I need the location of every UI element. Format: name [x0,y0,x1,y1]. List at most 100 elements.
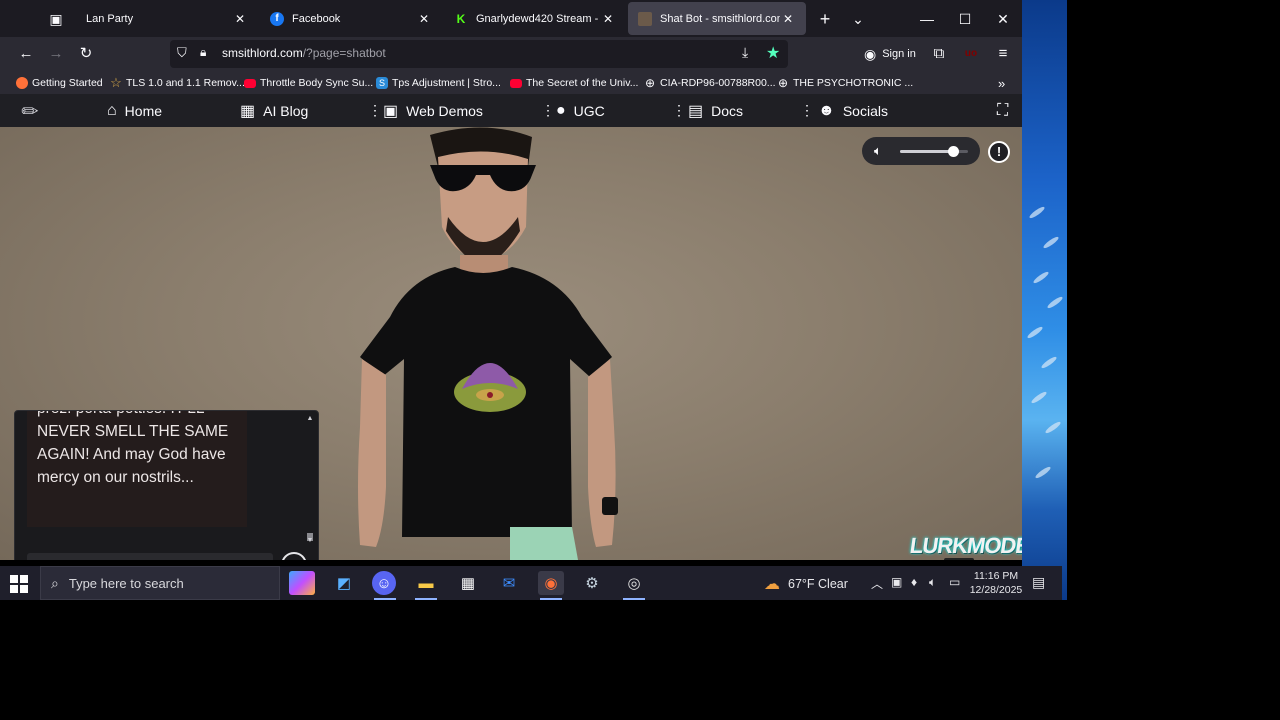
new-tab-plus-icon[interactable]: + [814,8,836,30]
ublock-icon[interactable]: uo [960,43,982,65]
lock-icon[interactable]: 🔒︎ [200,45,206,60]
close-icon[interactable]: ✕ [780,12,796,26]
minimize-icon[interactable]: — [916,8,938,30]
notification-icon[interactable]: ▤ [1032,574,1045,591]
tab-lan-party[interactable]: Lan Party ✕ [76,2,258,35]
app-circle-icon[interactable]: ◎ [621,571,647,600]
network-icon[interactable]: ▭ [949,575,960,589]
volume-slider-thumb[interactable] [948,146,960,157]
nav-separator: ⋮ [800,102,814,118]
alert-icon[interactable]: ! [988,141,1010,163]
bookmark-star-icon[interactable]: ★ [766,43,780,63]
desktop-black-area-bottom [0,600,1280,720]
sign-in-label: Sign in [882,48,916,60]
tab-stream[interactable]: K Gnarlydewd420 Stream - Watc ✕ [444,2,626,35]
chat-log[interactable]: prez. porta-potties. IT'LL NEVER SMELL T… [27,411,247,527]
bookmark-psychotronic[interactable]: ⊕ THE PSYCHOTRONIC ... [777,75,913,91]
nav-web-demos[interactable]: ▣ Web Demos [383,99,483,123]
nav-label: Home [124,103,163,119]
nav-home[interactable]: ⌂ Home [107,99,162,123]
download-page-icon[interactable]: ⤓ [742,44,748,61]
windows-start-icon[interactable] [10,575,28,593]
url-text[interactable]: smsithlord.com/?page=shatbot [222,46,386,60]
app-window-icon[interactable]: ◩ [331,571,357,595]
chevron-down-icon[interactable]: ⌄ [847,8,869,30]
volume-tray-icon[interactable]: 🔈︎ [929,575,936,590]
globe-icon: ⊕ [777,76,789,90]
bookmark-label: Tps Adjustment | Stro... [392,77,501,89]
search-icon: ⌕ [51,574,59,591]
weather-widget[interactable]: ☁ 67°F Clear [764,574,848,594]
site-content: ✎ ⌂ Home ▦ AI Blog ⋮ ▣ Web Demos ⋮ ● UGC… [0,94,1022,560]
bookmark-cia-rdp[interactable]: ⊕ CIA-RDP96-00788R00... [644,75,776,91]
mail-icon[interactable]: ✉ [496,571,522,595]
url-bar[interactable]: ⛉ 🔒︎ smsithlord.com/?page=shatbot ⤓ ★ [170,40,788,68]
chat-input[interactable] [27,553,273,560]
discord-icon[interactable]: ☺ [372,571,396,600]
nav-socials[interactable]: ☻ Socials [818,99,888,123]
menu-icon[interactable]: ≡ [992,43,1014,65]
bookmark-secret-universe[interactable]: The Secret of the Univ... [510,75,638,91]
close-icon[interactable]: ✕ [232,12,248,26]
tab-facebook[interactable]: f Facebook ✕ [260,2,442,35]
nav-label: Web Demos [406,103,483,119]
kick-icon: K [456,11,466,26]
fullscreen-icon[interactable]: ⛶ [997,99,1008,123]
document-icon: ▤ [688,103,704,120]
bookmark-tps-adjustment[interactable]: S Tps Adjustment | Stro... [376,75,501,91]
bookmark-label: The Secret of the Univ... [526,77,639,89]
copilot-icon[interactable] [289,571,315,595]
bookmarks-overflow-icon[interactable]: » [998,75,1005,91]
tab-overview-icon[interactable]: ▣ [45,8,67,30]
file-explorer-icon[interactable]: ▬ [413,571,439,600]
store-icon[interactable]: ▦ [455,571,481,595]
nav-label: Docs [711,103,744,119]
close-icon[interactable]: ✕ [600,12,616,26]
volume-slider[interactable] [900,146,968,157]
sign-in-button[interactable]: ◉ Sign in [864,42,916,66]
desktop-wallpaper [1022,0,1067,600]
3d-scene[interactable]: 🔈︎ ! prez. porta-potties. IT'LL NEVER SM… [0,127,1022,560]
bookmark-throttle-body[interactable]: Throttle Body Sync Su... [244,75,373,91]
maximize-icon[interactable]: ☐ [954,8,976,30]
taskbar-search-box[interactable]: ⌕ Type here to search [40,566,280,600]
weather-icon: ☁ [764,576,780,593]
window-close-icon[interactable]: ✕ [992,8,1014,30]
facebook-icon: f [270,11,284,26]
forward-arrow-icon[interactable]: → [45,43,67,65]
system-clock[interactable]: 11:16 PM 12/28/2025 [966,569,1026,597]
nav-ugc[interactable]: ● UGC [556,99,605,123]
nav-separator: ⋮ [541,102,555,118]
steam-icon[interactable]: ⚙ [579,571,605,595]
shield-icon[interactable]: ⛉ [177,45,187,61]
back-arrow-icon[interactable]: ← [15,43,37,65]
chat-message-partial-line: prez. porta-potties. IT'LL [37,411,237,420]
microphone-icon[interactable]: ♦ [911,575,917,589]
weather-text: 67°F Clear [788,577,848,591]
site-logo-icon[interactable]: ✎ [17,98,44,125]
user-icon: ● [556,102,566,119]
speaker-icon[interactable]: 🔈︎ [874,143,882,159]
firefox-icon [16,77,28,89]
firefox-taskbar-icon[interactable]: ◉ [538,571,564,600]
bookmark-getting-started[interactable]: Getting Started [16,75,103,91]
extensions-icon[interactable]: ⧉ [928,43,950,65]
send-button[interactable]: ➤ [281,552,307,560]
tray-app-icon[interactable]: ▣ [891,575,902,589]
volume-slider-fill [900,150,954,153]
close-icon[interactable]: ✕ [416,12,432,26]
tray-chevron-up-icon[interactable]: ︿ [871,575,883,592]
bookmark-tls[interactable]: ☆ TLS 1.0 and 1.1 Remov... [110,75,245,91]
scroll-down-icon[interactable]: ▼ [306,537,314,544]
scroll-up-icon[interactable]: ▲ [306,415,314,422]
windows-taskbar: ⌕ Type here to search ◩ ☺ ▬ ▦ ✉ ◉ ⚙ ◎ ☁ … [0,566,1062,600]
tab-bar: ▣ Lan Party ✕ f Facebook ✕ K Gnarlydewd4… [0,0,1022,37]
tab-shat-bot[interactable]: Shat Bot - smsithlord.com ✕ [628,2,806,35]
nav-docs[interactable]: ▤ Docs [688,99,743,123]
nav-ai-blog[interactable]: ▦ AI Blog [240,99,308,123]
tab-title: Lan Party [86,12,134,25]
search-placeholder: Type here to search [68,575,184,591]
reload-icon[interactable]: ↻ [75,43,97,65]
globe-icon: ⊕ [644,76,656,90]
chat-scrollbar[interactable]: ▲ ▼ [306,415,314,545]
